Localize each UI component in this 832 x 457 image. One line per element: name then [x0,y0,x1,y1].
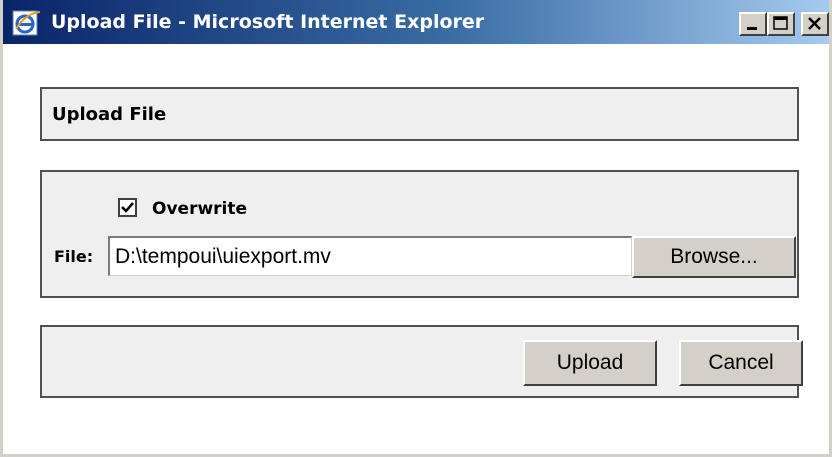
minimize-button[interactable] [739,12,767,36]
minimize-icon [747,27,757,30]
upload-button[interactable]: Upload [523,340,657,386]
actions-panel: Upload Cancel [40,325,803,398]
overwrite-label: Overwrite [152,199,248,219]
header-panel: Upload File [40,87,799,141]
ie-icon [12,9,42,37]
page-title: Upload File [52,104,167,125]
overwrite-checkbox[interactable] [118,198,137,217]
form-panel: Overwrite File: Browse... [40,170,799,298]
file-label: File: [54,247,94,266]
window-title: Upload File - Microsoft Internet Explore… [51,11,485,33]
file-path-input[interactable] [108,236,632,276]
maximize-button[interactable] [767,12,795,36]
close-button[interactable] [801,12,829,36]
maximize-icon [773,16,788,30]
upload-file-window: Upload File - Microsoft Internet Explore… [0,0,832,457]
checkmark-icon [121,202,134,213]
title-bar[interactable]: Upload File - Microsoft Internet Explore… [3,0,829,44]
browse-button[interactable]: Browse... [632,236,796,278]
close-icon [808,17,821,30]
cancel-button[interactable]: Cancel [679,340,803,386]
